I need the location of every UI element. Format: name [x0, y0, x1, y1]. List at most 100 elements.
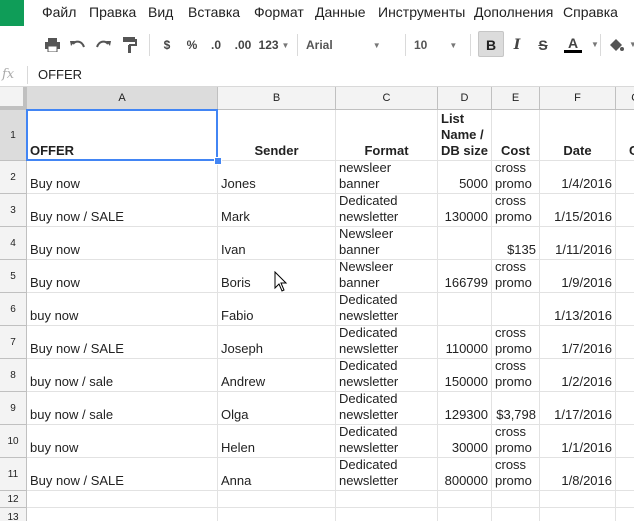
- cell-b10[interactable]: Helen: [218, 425, 336, 458]
- cell-c7[interactable]: Dedicated newsletter: [336, 326, 438, 359]
- menu-data[interactable]: Данные: [315, 4, 366, 20]
- cell-a2[interactable]: Buy now: [27, 161, 218, 194]
- row-header-9[interactable]: 9: [0, 392, 27, 425]
- decrease-decimal-button[interactable]: .0: [206, 36, 226, 54]
- more-formats-button[interactable]: 123 ▼: [258, 36, 290, 54]
- row-header-1[interactable]: 1: [0, 110, 27, 161]
- cell-f7[interactable]: 1/7/2016: [540, 326, 616, 359]
- cell-b6[interactable]: Fabio: [218, 293, 336, 326]
- cell-e8[interactable]: cross promo: [492, 359, 540, 392]
- cell-e1[interactable]: Cost: [492, 110, 540, 161]
- cell-c3[interactable]: Dedicated newsletter: [336, 194, 438, 227]
- menu-edit[interactable]: Правка: [89, 4, 136, 20]
- chevron-down-icon[interactable]: ▼: [591, 40, 599, 49]
- row-header-3[interactable]: 3: [0, 194, 27, 227]
- cell-b13[interactable]: [218, 508, 336, 521]
- cell-d11[interactable]: 800000: [438, 458, 492, 491]
- cell-g7[interactable]: [616, 326, 634, 359]
- cell-c5[interactable]: Newsleer banner: [336, 260, 438, 293]
- cell-e3[interactable]: cross promo: [492, 194, 540, 227]
- cell-g5[interactable]: [616, 260, 634, 293]
- cell-d6[interactable]: [438, 293, 492, 326]
- cell-c8[interactable]: Dedicated newsletter: [336, 359, 438, 392]
- cell-a13[interactable]: [27, 508, 218, 521]
- italic-button[interactable]: I: [510, 36, 524, 54]
- row-header-8[interactable]: 8: [0, 359, 27, 392]
- font-family-select[interactable]: Arial ▼: [306, 36, 386, 54]
- cell-a8[interactable]: buy now / sale: [27, 359, 218, 392]
- menu-tools[interactable]: Инструменты: [378, 4, 465, 20]
- cell-a4[interactable]: Buy now: [27, 227, 218, 260]
- cell-f4[interactable]: 1/11/2016: [540, 227, 616, 260]
- cell-g4[interactable]: [616, 227, 634, 260]
- cell-b9[interactable]: Olga: [218, 392, 336, 425]
- menu-help[interactable]: Справка: [563, 4, 618, 20]
- chevron-down-icon[interactable]: ▼: [629, 40, 634, 49]
- cell-c11[interactable]: Dedicated newsletter: [336, 458, 438, 491]
- column-header-d[interactable]: D: [438, 87, 492, 110]
- cell-g11[interactable]: [616, 458, 634, 491]
- menu-insert[interactable]: Вставка: [188, 4, 240, 20]
- select-all-corner[interactable]: [0, 87, 27, 110]
- menu-file[interactable]: Файл: [42, 4, 76, 20]
- cell-f13[interactable]: [540, 508, 616, 521]
- cell-d7[interactable]: 110000: [438, 326, 492, 359]
- menu-format[interactable]: Формат: [254, 4, 304, 20]
- cell-g12[interactable]: [616, 491, 634, 508]
- column-header-c[interactable]: C: [336, 87, 438, 110]
- cell-g13[interactable]: [616, 508, 634, 521]
- cell-b8[interactable]: Andrew: [218, 359, 336, 392]
- cell-g6[interactable]: [616, 293, 634, 326]
- cell-e11[interactable]: cross promo: [492, 458, 540, 491]
- cell-d10[interactable]: 30000: [438, 425, 492, 458]
- percent-format-button[interactable]: %: [184, 36, 200, 54]
- cell-f8[interactable]: 1/2/2016: [540, 359, 616, 392]
- row-header-13[interactable]: 13: [0, 508, 27, 521]
- cell-c1[interactable]: Format: [336, 110, 438, 161]
- cell-c12[interactable]: [336, 491, 438, 508]
- column-header-g[interactable]: G: [616, 87, 634, 110]
- cell-g9[interactable]: [616, 392, 634, 425]
- column-header-e[interactable]: E: [492, 87, 540, 110]
- cell-g2[interactable]: [616, 161, 634, 194]
- paint-format-icon[interactable]: [122, 36, 138, 54]
- cell-a3[interactable]: Buy now / SALE: [27, 194, 218, 227]
- fill-color-icon[interactable]: [607, 36, 625, 54]
- row-header-10[interactable]: 10: [0, 425, 27, 458]
- cell-c6[interactable]: Dedicated newsletter: [336, 293, 438, 326]
- menu-addons[interactable]: Дополнения: [474, 4, 553, 20]
- cell-d9[interactable]: 129300: [438, 392, 492, 425]
- cell-c2[interactable]: newsleer banner: [336, 161, 438, 194]
- cell-b4[interactable]: Ivan: [218, 227, 336, 260]
- cell-a7[interactable]: Buy now / SALE: [27, 326, 218, 359]
- cell-f2[interactable]: 1/4/2016: [540, 161, 616, 194]
- cell-a9[interactable]: buy now / sale: [27, 392, 218, 425]
- cell-f11[interactable]: 1/8/2016: [540, 458, 616, 491]
- cell-b3[interactable]: Mark: [218, 194, 336, 227]
- increase-decimal-button[interactable]: .00: [232, 36, 254, 54]
- cell-d1[interactable]: List Name / DB size: [438, 110, 492, 161]
- row-header-12[interactable]: 12: [0, 491, 27, 508]
- column-header-f[interactable]: F: [540, 87, 616, 110]
- undo-icon[interactable]: [69, 36, 85, 54]
- cell-f1[interactable]: Date: [540, 110, 616, 161]
- cell-a6[interactable]: buy now: [27, 293, 218, 326]
- text-color-button[interactable]: A: [561, 36, 585, 54]
- cell-b1[interactable]: Sender: [218, 110, 336, 161]
- cell-f3[interactable]: 1/15/2016: [540, 194, 616, 227]
- cell-f9[interactable]: 1/17/2016: [540, 392, 616, 425]
- cell-e5[interactable]: cross promo: [492, 260, 540, 293]
- cell-d5[interactable]: 166799: [438, 260, 492, 293]
- cell-e4[interactable]: $135: [492, 227, 540, 260]
- column-header-a[interactable]: A: [27, 87, 218, 110]
- cell-d12[interactable]: [438, 491, 492, 508]
- cell-e12[interactable]: [492, 491, 540, 508]
- cell-g1[interactable]: Cl: [616, 110, 634, 161]
- font-size-select[interactable]: 10 ▼: [414, 36, 458, 54]
- cell-f5[interactable]: 1/9/2016: [540, 260, 616, 293]
- row-header-4[interactable]: 4: [0, 227, 27, 260]
- row-header-6[interactable]: 6: [0, 293, 27, 326]
- cell-f10[interactable]: 1/1/2016: [540, 425, 616, 458]
- cell-f6[interactable]: 1/13/2016: [540, 293, 616, 326]
- cell-a1[interactable]: OFFER: [27, 110, 218, 161]
